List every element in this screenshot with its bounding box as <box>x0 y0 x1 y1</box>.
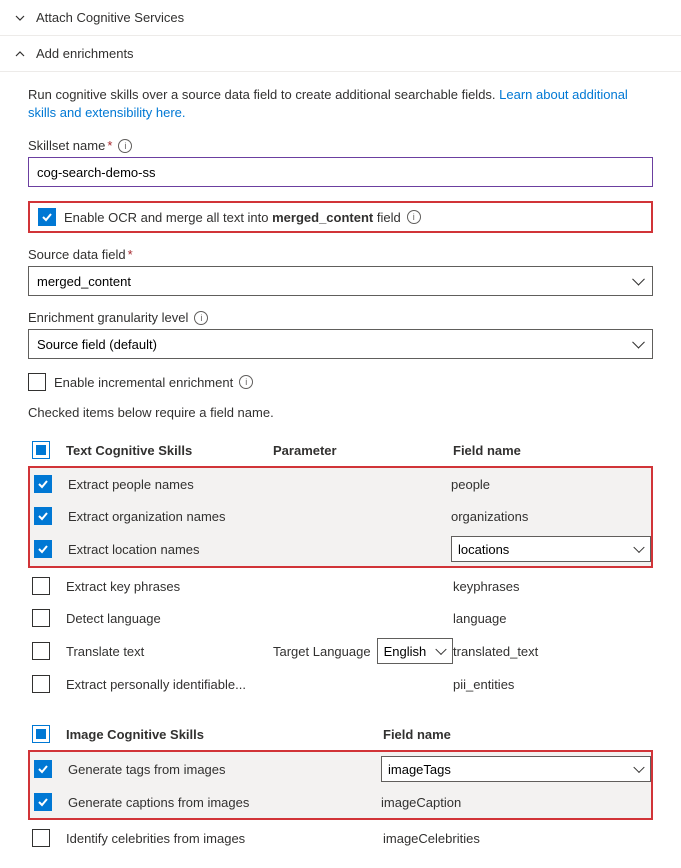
translate-field: translated_text <box>453 644 538 659</box>
image-skills-highlight-box: Generate tags from images imageTags Gene… <box>28 750 653 820</box>
granularity-label: Enrichment granularity level <box>28 310 188 325</box>
locations-label: Extract location names <box>64 542 271 557</box>
enrich-section-title: Add enrichments <box>36 46 134 61</box>
locations-field-select[interactable]: locations <box>451 536 651 562</box>
keyphrases-checkbox[interactable] <box>32 577 50 595</box>
table-row: Translate text Target Language English t… <box>28 634 653 668</box>
incremental-row: Enable incremental enrichment i <box>28 373 653 391</box>
info-icon[interactable]: i <box>239 375 253 389</box>
image-skills-selectall-checkbox[interactable] <box>32 725 50 743</box>
translate-param-label: Target Language <box>273 644 371 659</box>
table-row: Generate tags from images imageTags <box>30 752 651 786</box>
translate-param-select[interactable]: English <box>377 638 453 664</box>
table-row: Generate captions from images imageCapti… <box>30 786 651 818</box>
incremental-checkbox[interactable] <box>28 373 46 391</box>
ocr-highlight-box: Enable OCR and merge all text into merge… <box>28 201 653 233</box>
keyphrases-field: keyphrases <box>453 579 519 594</box>
table-row: Extract location names locations <box>30 532 651 566</box>
people-checkbox[interactable] <box>34 475 52 493</box>
celebs-label: Identify celebrities from images <box>62 831 383 846</box>
table-row: Extract key phrases keyphrases <box>28 570 653 602</box>
skillset-name-input[interactable] <box>28 157 653 187</box>
granularity-select[interactable]: Source field (default) <box>28 329 653 359</box>
ocr-label: Enable OCR and merge all text into merge… <box>64 210 401 225</box>
enrich-section-header[interactable]: Add enrichments <box>0 36 681 72</box>
info-icon[interactable]: i <box>118 139 132 153</box>
chevron-up-icon <box>14 48 26 60</box>
table-row: Identify celebrities from images imageCe… <box>28 822 653 854</box>
info-icon[interactable]: i <box>407 210 421 224</box>
attach-section-title: Attach Cognitive Services <box>36 10 184 25</box>
language-checkbox[interactable] <box>32 609 50 627</box>
required-marker: * <box>128 247 133 262</box>
captions-checkbox[interactable] <box>34 793 52 811</box>
skillset-name-label: Skillset name <box>28 138 105 153</box>
orgs-label: Extract organization names <box>64 509 271 524</box>
info-icon[interactable]: i <box>194 311 208 325</box>
table-row: Extract people names people <box>30 468 651 500</box>
pii-label: Extract personally identifiable... <box>62 677 273 692</box>
text-skills-selectall-checkbox[interactable] <box>32 441 50 459</box>
locations-checkbox[interactable] <box>34 540 52 558</box>
note-text: Checked items below require a field name… <box>28 405 653 420</box>
text-skills-header-skill: Text Cognitive Skills <box>62 443 273 458</box>
source-data-select[interactable]: merged_content <box>28 266 653 296</box>
tags-field-select[interactable]: imageTags <box>381 756 651 782</box>
ocr-checkbox[interactable] <box>38 208 56 226</box>
image-skills-header-field: Field name <box>383 727 653 742</box>
tags-label: Generate tags from images <box>64 762 381 777</box>
intro-plain: Run cognitive skills over a source data … <box>28 87 499 102</box>
keyphrases-label: Extract key phrases <box>62 579 273 594</box>
text-skills-header-field: Field name <box>453 443 653 458</box>
skillset-name-field: Skillset name * i <box>28 138 653 187</box>
people-label: Extract people names <box>64 477 271 492</box>
celebs-field: imageCelebrities <box>383 831 480 846</box>
source-data-field: Source data field * merged_content <box>28 247 653 296</box>
intro-text: Run cognitive skills over a source data … <box>28 86 653 122</box>
text-skills-header-param: Parameter <box>273 443 453 458</box>
text-skills-highlight-box: Extract people names people Extract orga… <box>28 466 653 568</box>
required-marker: * <box>107 138 112 153</box>
attach-section-header[interactable]: Attach Cognitive Services <box>0 0 681 36</box>
enrich-section-body: Run cognitive skills over a source data … <box>0 72 681 868</box>
granularity-field: Enrichment granularity level i Source fi… <box>28 310 653 359</box>
pii-checkbox[interactable] <box>32 675 50 693</box>
captions-field: imageCaption <box>381 795 461 810</box>
tags-checkbox[interactable] <box>34 760 52 778</box>
image-skills-table: Image Cognitive Skills Field name Genera… <box>28 718 653 854</box>
table-row: Detect language language <box>28 602 653 634</box>
source-data-label: Source data field <box>28 247 126 262</box>
orgs-checkbox[interactable] <box>34 507 52 525</box>
pii-field: pii_entities <box>453 677 514 692</box>
chevron-down-icon <box>14 12 26 24</box>
celebs-checkbox[interactable] <box>32 829 50 847</box>
language-label: Detect language <box>62 611 273 626</box>
text-skills-table: Text Cognitive Skills Parameter Field na… <box>28 434 653 700</box>
language-field: language <box>453 611 507 626</box>
orgs-field: organizations <box>451 509 528 524</box>
incremental-label: Enable incremental enrichment <box>54 375 233 390</box>
captions-label: Generate captions from images <box>64 795 381 810</box>
people-field: people <box>451 477 490 492</box>
image-skills-header-skill: Image Cognitive Skills <box>62 727 383 742</box>
table-row: Extract personally identifiable... pii_e… <box>28 668 653 700</box>
translate-checkbox[interactable] <box>32 642 50 660</box>
translate-label: Translate text <box>62 644 273 659</box>
table-row: Extract organization names organizations <box>30 500 651 532</box>
